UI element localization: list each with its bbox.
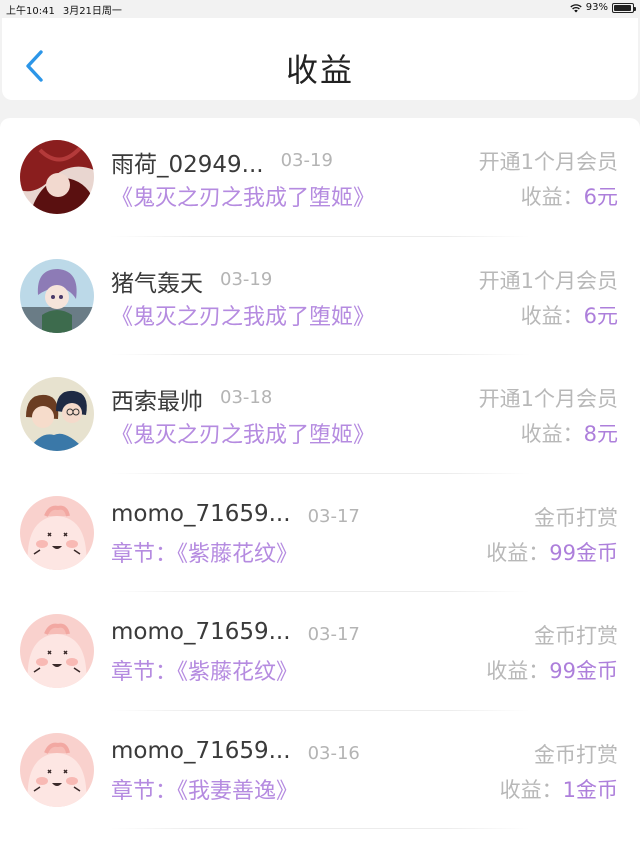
work-title: 章节：《紫藤花纹》 — [111, 541, 299, 567]
status-date: 3月21日周一 — [62, 6, 122, 17]
earning-type: 金币打赏 — [534, 624, 618, 648]
username: 猪气轰天 — [111, 270, 203, 297]
pink-blob-avatar[interactable] — [20, 732, 94, 807]
earning-value: 6元 — [583, 185, 618, 209]
battery-percent: 93% — [585, 2, 608, 13]
nav-header: 收益 — [2, 18, 638, 100]
earnings-row[interactable]: 猪气轰天 03-19 《鬼灭之刃之我成了堕姬》 开通1个月会员 收益：6元 — [0, 237, 640, 355]
date: 03-19 — [220, 268, 273, 290]
earnings-row[interactable]: momo_71659... 03-17 章节：《紫藤花纹》 金币打赏 收益：99… — [0, 592, 640, 711]
work-title: 《鬼灭之刃之我成了堕姬》 — [111, 423, 376, 448]
earning-amount: 收益：8元 — [521, 418, 618, 448]
earning-type: 金币打赏 — [534, 505, 618, 530]
earning-label: 收益： — [499, 777, 563, 802]
earnings-row[interactable]: 雨荷_02949... 03-19 《鬼灭之刃之我成了堕姬》 开通1个月会员 收… — [0, 118, 640, 237]
anime-avatar-purple-hair[interactable] — [20, 258, 94, 333]
earning-amount: 收益：99金币 — [486, 537, 618, 567]
username: momo_71659... — [111, 500, 291, 527]
status-time: 上午10:41 — [6, 6, 55, 17]
work-title: 章节：《我妻善逸》 — [111, 778, 299, 804]
battery-fill — [614, 4, 631, 11]
earning-label: 收益： — [520, 185, 584, 209]
username: 雨荷_02949... — [111, 152, 264, 178]
work-title: 《鬼灭之刃之我成了堕姬》 — [111, 304, 376, 330]
pink-blob-avatar[interactable] — [20, 495, 94, 570]
earning-type: 开通1个月会员 — [478, 268, 618, 293]
date: 03-17 — [307, 624, 360, 645]
earning-amount: 收益：6元 — [521, 300, 618, 330]
earning-value: 1金币 — [562, 777, 618, 802]
earnings-list: 雨荷_02949... 03-19 《鬼灭之刃之我成了堕姬》 开通1个月会员 收… — [0, 118, 640, 853]
earning-label: 收益： — [486, 540, 550, 565]
earning-amount: 收益：6元 — [521, 181, 618, 211]
status-time-date: 上午10:41 3月21日周一 — [6, 2, 130, 17]
username: momo_71659... — [111, 619, 291, 645]
earnings-row[interactable]: momo_71659... 03-16 章节：《我妻善逸》 金币打赏 收益：1金… — [0, 711, 640, 829]
date: 03-18 — [220, 387, 273, 408]
username: 西索最帅 — [111, 389, 203, 415]
work-title: 《鬼灭之刃之我成了堕姬》 — [111, 186, 376, 211]
date: 03-19 — [280, 150, 333, 171]
earnings-row[interactable]: 西索最帅 03-18 《鬼灭之刃之我成了堕姬》 开通1个月会员 收益：8元 — [0, 355, 640, 474]
earning-value: 99金币 — [549, 659, 618, 683]
earning-value: 6元 — [583, 303, 618, 328]
anime-avatar-couple[interactable] — [20, 377, 94, 451]
earning-value: 99金币 — [549, 540, 618, 565]
date: 03-16 — [307, 742, 360, 764]
username: momo_71659... — [111, 737, 291, 764]
earning-type: 开通1个月会员 — [478, 387, 618, 411]
status-right: 93% — [570, 2, 636, 13]
earning-label: 收益： — [486, 659, 550, 683]
earning-type: 开通1个月会员 — [478, 150, 618, 174]
earning-label: 收益： — [520, 303, 584, 328]
status-bar: 上午10:41 3月21日周一 93% — [0, 0, 640, 18]
anime-avatar-red[interactable] — [20, 140, 94, 214]
page-title: 收益 — [285, 51, 354, 89]
battery-icon — [612, 2, 636, 13]
earning-amount: 收益：99金币 — [486, 655, 618, 685]
work-title: 章节：《紫藤花纹》 — [111, 660, 299, 685]
earning-type: 金币打赏 — [534, 742, 618, 767]
row-divider — [110, 828, 530, 829]
date: 03-17 — [307, 505, 360, 527]
earning-amount: 收益：1金币 — [500, 774, 618, 804]
earning-label: 收益： — [520, 422, 584, 446]
earnings-row[interactable]: momo_71659... 03-17 章节：《紫藤花纹》 金币打赏 收益：99… — [0, 474, 640, 592]
pink-blob-avatar[interactable] — [20, 614, 94, 688]
earning-value: 8元 — [583, 422, 618, 446]
wifi-icon — [570, 3, 582, 12]
